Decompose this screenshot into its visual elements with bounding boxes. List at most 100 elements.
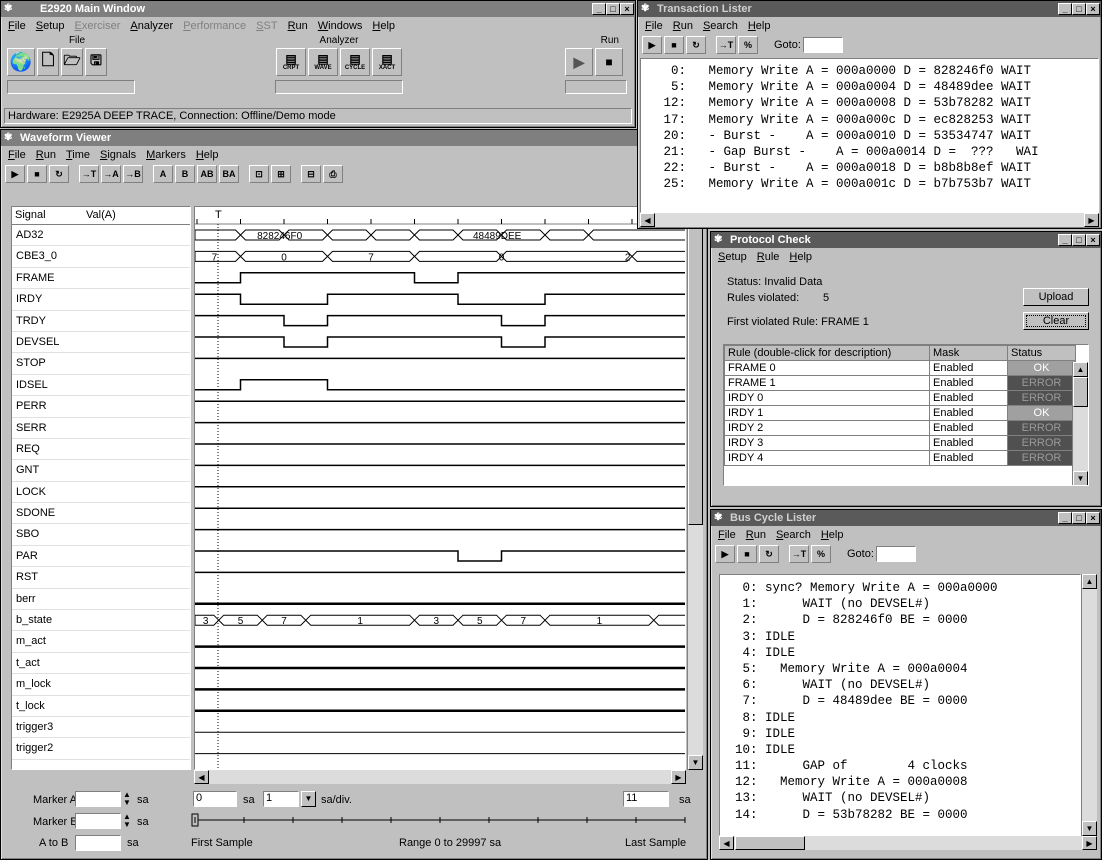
minimize-button[interactable]: _ [592,3,606,15]
list-item[interactable]: 3: IDLE [720,629,1080,645]
div-select[interactable]: 1 [263,791,299,807]
list-item[interactable]: 0: Memory Write A = 000a0000 D = 828246f… [641,63,1098,79]
zoom-fit-icon[interactable]: ⊞ [271,165,291,183]
signal-row[interactable]: SDONE [12,503,190,525]
list-item[interactable]: 12: Memory Write A = 000a0008 D = 53b782… [641,95,1098,111]
transaction-hscroll[interactable]: ◀ ▶ [640,213,1099,227]
signal-row[interactable]: TRDY [12,310,190,332]
menu-rule[interactable]: Rule [752,251,785,263]
print-icon[interactable]: ⎙ [323,165,343,183]
menu-sst[interactable]: SST [251,20,282,32]
signal-row[interactable]: t_act [12,652,190,675]
start-sample-input[interactable]: 0 [193,791,237,807]
goto-trigger-icon[interactable]: →T [716,36,736,54]
scroll-right-icon[interactable]: ▶ [671,770,686,784]
waveform-vscroll[interactable]: ▲ ▼ [687,206,703,770]
table-row[interactable]: FRAME 0 Enabled OK [724,360,1076,376]
waveform-canvas[interactable]: T 828246F0 48489DEE 7 0 7 0 2 3 5 7 1 3 5 7 1 [194,206,686,770]
mask-col-header[interactable]: Mask [929,345,1008,361]
list-item[interactable]: 5: Memory Write A = 000a0004 D = 48489de… [641,79,1098,95]
range-slider[interactable] [191,812,691,828]
signal-row[interactable]: PERR [12,396,190,418]
menu-file[interactable]: File [3,20,31,32]
signal-select-icon[interactable]: ⊟ [301,165,321,183]
list-item[interactable]: 7: D = 48489dee BE = 0000 [720,693,1080,709]
scroll-up-icon[interactable]: ▲ [1082,574,1097,589]
goto-trigger-icon[interactable]: →T [789,545,809,563]
signal-row[interactable]: PAR [12,545,190,568]
scroll-down-icon[interactable]: ▼ [688,755,703,770]
scroll-thumb[interactable] [1073,377,1088,407]
list-item[interactable]: 12: Memory Write A = 000a0008 [720,774,1080,790]
menu-performance[interactable]: Performance [178,20,251,32]
maximize-button[interactable]: □ [1072,3,1086,15]
table-row[interactable]: IRDY 1 Enabled OK [724,405,1076,421]
menu-file[interactable]: File [640,20,668,32]
close-button[interactable]: × [1086,512,1100,524]
stop-icon[interactable]: ■ [27,165,47,183]
signal-row[interactable]: SERR [12,417,190,439]
analyzer-xact-button[interactable]: ▤ XACT [372,48,402,76]
signal-row[interactable]: IRDY [12,289,190,311]
table-row[interactable]: FRAME 1 Enabled ERROR [724,375,1076,391]
zoom-icon[interactable]: ⊡ [249,165,269,183]
scroll-down-icon[interactable]: ▼ [1082,821,1097,836]
buscycle-hscroll[interactable]: ◀ ▶ [719,836,1097,850]
menu-file[interactable]: File [3,149,31,161]
protocol-titlebar[interactable]: ✾ Protocol Check _ □ × [711,232,1101,248]
rule-col-header[interactable]: Rule (double-click for description) [724,345,930,361]
signal-row[interactable]: RST [12,567,190,589]
hex-format-icon[interactable]: % [811,545,831,563]
list-item[interactable]: 5: Memory Write A = 000a0004 [720,661,1080,677]
open-folder-icon[interactable]: 🗁 [61,48,83,76]
table-row[interactable]: IRDY 2 Enabled ERROR [724,420,1076,436]
goto-marker-a-icon[interactable]: →A [101,165,121,183]
buscycle-vscroll[interactable]: ▲ ▼ [1081,574,1097,836]
list-item[interactable]: 22: - Burst - A = 000a0018 D = b8b8b8ef … [641,160,1098,176]
play-icon[interactable]: ▶ [565,48,593,76]
waveform-titlebar[interactable]: ✾ Waveform Viewer [1,130,707,146]
upload-button[interactable]: Upload [1023,288,1089,306]
minimize-button[interactable]: _ [1058,512,1072,524]
scroll-left-icon[interactable]: ◀ [640,213,655,227]
list-item[interactable]: 14: D = 53b78282 BE = 0000 [720,807,1080,823]
scroll-thumb[interactable] [688,225,703,525]
play-icon[interactable]: ▶ [642,36,662,54]
goto-input[interactable] [802,37,843,53]
refresh-icon[interactable]: ↻ [686,36,706,54]
scroll-right-icon[interactable]: ▶ [1084,213,1099,227]
menu-help[interactable]: Help [743,20,776,32]
stop-icon[interactable]: ■ [737,545,757,563]
menu-setup[interactable]: Setup [713,251,752,263]
close-button[interactable]: × [1086,3,1100,15]
signal-row[interactable]: m_lock [12,674,190,696]
signal-row[interactable]: DEVSEL [12,331,190,354]
signal-row[interactable]: b_state [12,610,190,632]
close-button[interactable]: × [1086,234,1100,246]
maximize-button[interactable]: □ [606,3,620,15]
signal-row[interactable]: LOCK [12,481,190,504]
list-item[interactable]: 21: - Gap Burst - A = 000a0014 D = ??? W… [641,144,1098,160]
menu-signals[interactable]: Signals [95,149,141,161]
signal-row[interactable]: GNT [12,460,190,482]
analyzer-cycle-button[interactable]: ▤ CYCLE [340,48,370,76]
menu-run[interactable]: Run [741,529,771,541]
menu-run[interactable]: Run [31,149,61,161]
menu-setup[interactable]: Setup [31,20,70,32]
marker-a-input[interactable] [75,791,121,807]
list-item[interactable]: 6: WAIT (no DEVSEL#) [720,677,1080,693]
list-item[interactable]: 13: WAIT (no DEVSEL#) [720,790,1080,806]
play-icon[interactable]: ▶ [5,165,25,183]
new-file-icon[interactable]: 🗋 [37,48,59,76]
signal-row[interactable]: trigger3 [12,716,190,739]
scroll-left-icon[interactable]: ◀ [719,836,734,850]
goto-input[interactable] [875,546,916,562]
signal-row[interactable]: CBE3_0 [12,246,190,268]
transaction-list[interactable]: 0: Memory Write A = 000a0000 D = 828246f… [640,58,1099,213]
globe-icon[interactable]: 🌍 [7,48,35,76]
menu-search[interactable]: Search [698,20,743,32]
table-row[interactable]: IRDY 0 Enabled ERROR [724,390,1076,406]
stop-icon[interactable]: ■ [595,48,623,76]
menu-time[interactable]: Time [61,149,95,161]
menu-run[interactable]: Run [283,20,313,32]
